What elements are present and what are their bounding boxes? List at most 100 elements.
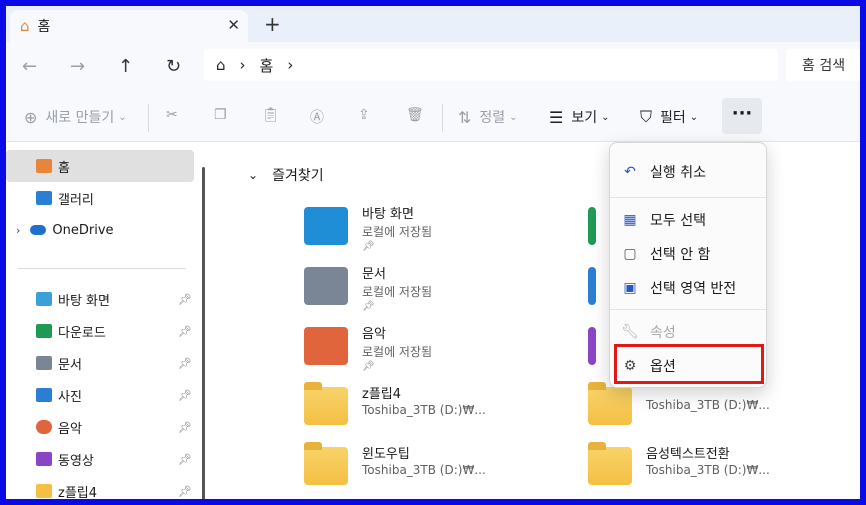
videos-folder-icon bbox=[588, 327, 596, 365]
menu-item-undo[interactable]: ↶ 실행 취소 bbox=[620, 157, 758, 187]
sidebar-scrollbar[interactable] bbox=[202, 167, 205, 499]
view-icon: ☰ bbox=[549, 107, 564, 127]
pin-icon[interactable]: 📌︎ bbox=[178, 357, 192, 370]
desktop-icon bbox=[36, 292, 52, 306]
back-button[interactable]: ← bbox=[22, 56, 37, 77]
tab-title: 홈 bbox=[37, 19, 51, 35]
documents-folder-icon bbox=[304, 267, 348, 305]
home-icon[interactable]: ⌂ bbox=[216, 56, 226, 74]
share-icon[interactable]: ⇪ bbox=[358, 107, 370, 123]
delete-icon[interactable]: 🗑︎ bbox=[406, 107, 424, 123]
sidebar-item-documents[interactable]: 문서 📌︎ bbox=[6, 347, 194, 379]
tile-speech-to-text[interactable]: 음성텍스트전환 Toshiba_3TB (D:)₩... bbox=[588, 442, 848, 499]
address-row: ← → ↑ ↻ ⌂ › 홈 › 홈 검색 bbox=[6, 42, 860, 90]
pin-icon[interactable]: 📌︎ bbox=[178, 325, 192, 338]
tile-windows-tips[interactable]: 윈도우팁 Toshiba_3TB (D:)₩... bbox=[304, 442, 564, 499]
chevron-right-icon[interactable]: › bbox=[16, 224, 20, 237]
download-icon bbox=[36, 324, 52, 338]
new-button-label: 새로 만들기 bbox=[45, 110, 115, 126]
pin-icon[interactable]: 📌︎ bbox=[178, 421, 192, 434]
tile-pictures[interactable] bbox=[588, 263, 610, 319]
new-button[interactable]: ⊕ 새로 만들기 ⌄ bbox=[24, 107, 127, 127]
sidebar-item-desktop[interactable]: 바탕 화면 📌︎ bbox=[6, 283, 194, 315]
tile-music[interactable]: 음악 로컬에 저장됨 📌︎ bbox=[304, 323, 564, 379]
sidebar-item-videos[interactable]: 동영상 📌︎ bbox=[6, 443, 194, 475]
close-icon[interactable]: ✕ bbox=[227, 16, 240, 34]
tile-name: 음성텍스트전환 bbox=[646, 447, 730, 462]
pin-icon: 📌︎ bbox=[362, 361, 375, 372]
menu-item-label: 속성 bbox=[650, 325, 676, 341]
tab-home[interactable]: ⌂ 홈 ✕ bbox=[10, 10, 248, 42]
sort-button[interactable]: ⇅ 정렬 ⌄ bbox=[458, 107, 518, 127]
music-icon bbox=[36, 420, 52, 434]
section-title: 즐겨찾기 bbox=[272, 168, 324, 184]
folder-icon bbox=[36, 484, 52, 498]
file-explorer-window: ⌂ 홈 ✕ + ← → ↑ ↻ ⌂ › 홈 › 홈 검색 ⊕ 새로 만들기 ⌄ … bbox=[6, 6, 860, 499]
refresh-button[interactable]: ↻ bbox=[166, 56, 181, 77]
menu-item-label: 실행 취소 bbox=[650, 165, 706, 181]
menu-item-invert-selection[interactable]: ▣ 선택 영역 반전 bbox=[620, 273, 758, 303]
menu-item-select-none[interactable]: ▢ 선택 안 함 bbox=[620, 239, 758, 269]
sidebar-item-label: OneDrive bbox=[52, 222, 114, 238]
up-button[interactable]: ↑ bbox=[118, 56, 133, 77]
search-input[interactable]: 홈 검색 bbox=[786, 49, 860, 81]
tile-location: Toshiba_3TB (D:)₩... bbox=[362, 463, 486, 477]
sidebar-item-downloads[interactable]: 다운로드 📌︎ bbox=[6, 315, 194, 347]
see-more-button[interactable]: ··· bbox=[722, 98, 762, 134]
paste-icon[interactable]: 📋︎ bbox=[262, 107, 280, 123]
sidebar-item-onedrive[interactable]: › OneDrive bbox=[6, 214, 194, 246]
tile-zflip4[interactable]: z플립4 Toshiba_3TB (D:)₩... bbox=[304, 382, 564, 439]
tile-folder[interactable]: Toshiba_3TB (D:)₩... bbox=[588, 382, 848, 439]
sidebar-item-zflip4[interactable]: z플립4 📌︎ bbox=[6, 475, 194, 499]
pin-icon: 📌︎ bbox=[362, 241, 375, 252]
gallery-icon bbox=[36, 191, 52, 205]
tile-name: 문서 bbox=[362, 267, 386, 282]
tile-downloads[interactable] bbox=[588, 203, 610, 259]
menu-item-select-all[interactable]: ▦ 모두 선택 bbox=[620, 205, 758, 235]
sidebar-item-label: 동영상 bbox=[58, 453, 94, 469]
cut-icon[interactable]: ✂ bbox=[166, 107, 178, 123]
video-icon bbox=[36, 452, 52, 466]
home-icon: ⌂ bbox=[20, 17, 30, 35]
quick-access-header[interactable]: ⌄ 즐겨찾기 bbox=[248, 165, 324, 185]
chevron-down-icon[interactable]: ⌄ bbox=[248, 168, 258, 182]
cloud-icon bbox=[30, 225, 47, 235]
pin-icon[interactable]: 📌︎ bbox=[178, 485, 192, 498]
menu-item-label: 선택 안 함 bbox=[650, 247, 711, 263]
sort-icon: ⇅ bbox=[458, 107, 472, 127]
forward-button[interactable]: → bbox=[70, 56, 85, 77]
breadcrumb-home[interactable]: 홈 bbox=[260, 55, 274, 76]
view-button[interactable]: ☰ 보기 ⌄ bbox=[549, 107, 610, 127]
new-tab-button[interactable]: + bbox=[264, 14, 281, 34]
plus-circle-icon: ⊕ bbox=[24, 107, 38, 127]
desktop-folder-icon bbox=[304, 207, 348, 245]
pin-icon[interactable]: 📌︎ bbox=[178, 293, 192, 306]
rename-icon[interactable]: Ⓐ bbox=[310, 107, 324, 127]
tile-location: Toshiba_3TB (D:)₩... bbox=[646, 398, 770, 412]
tile-name: 음악 bbox=[362, 327, 386, 342]
tile-name: 바탕 화면 bbox=[362, 207, 414, 222]
divider bbox=[610, 197, 766, 198]
address-bar[interactable]: ⌂ › 홈 › bbox=[204, 49, 778, 81]
breadcrumb-separator[interactable]: › bbox=[287, 56, 293, 74]
sidebar-item-pictures[interactable]: 사진 📌︎ bbox=[6, 379, 194, 411]
tile-desktop[interactable]: 바탕 화면 로컬에 저장됨 📌︎ bbox=[304, 203, 564, 259]
pin-icon[interactable]: 📌︎ bbox=[178, 453, 192, 466]
filter-button[interactable]: ⛉ 필터 ⌄ bbox=[640, 107, 698, 127]
sidebar-item-gallery[interactable]: 갤러리 bbox=[6, 182, 194, 214]
tile-location: Toshiba_3TB (D:)₩... bbox=[362, 403, 486, 417]
pin-icon[interactable]: 📌︎ bbox=[178, 389, 192, 402]
breadcrumb-separator[interactable]: › bbox=[240, 56, 246, 74]
undo-icon: ↶ bbox=[624, 164, 636, 180]
divider bbox=[18, 268, 186, 269]
sidebar-item-music[interactable]: 음악 📌︎ bbox=[6, 411, 194, 443]
sidebar-item-home[interactable]: 홈 bbox=[6, 150, 194, 182]
chevron-down-icon: ⌄ bbox=[509, 111, 518, 123]
tile-documents[interactable]: 문서 로컬에 저장됨 📌︎ bbox=[304, 263, 564, 319]
copy-icon[interactable]: ❐ bbox=[214, 107, 227, 123]
tile-videos[interactable] bbox=[588, 323, 610, 379]
tile-name: z플립4 bbox=[362, 387, 402, 402]
tile-location: 로컬에 저장됨 bbox=[362, 345, 433, 359]
select-none-icon: ▢ bbox=[623, 246, 637, 262]
pin-icon: 📌︎ bbox=[362, 301, 375, 312]
